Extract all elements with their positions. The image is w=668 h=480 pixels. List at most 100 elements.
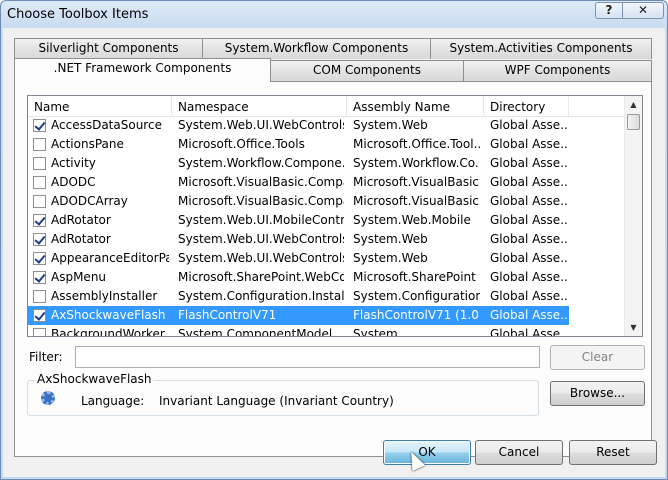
row-checkbox[interactable] bbox=[33, 119, 46, 132]
scroll-up-arrow-icon[interactable]: ▲ bbox=[625, 96, 642, 113]
close-button[interactable]: ✕ bbox=[622, 2, 664, 19]
cell-name: AdRotator bbox=[51, 232, 111, 246]
row-checkbox[interactable] bbox=[33, 252, 46, 265]
cell-directory: Global Asse... bbox=[490, 327, 568, 337]
tab-wpf-components[interactable]: WPF Components bbox=[463, 60, 652, 81]
cell-namespace: System.Workflow.Compone... bbox=[178, 156, 344, 170]
cell-assembly-name: System.Workflow.Co... bbox=[353, 156, 480, 170]
cell-assembly-name: Microsoft.SharePoint ... bbox=[353, 270, 480, 284]
cell-assembly-name: System.Web bbox=[353, 118, 428, 132]
row-checkbox[interactable] bbox=[33, 328, 46, 336]
cell-namespace: System.ComponentModel bbox=[178, 327, 333, 337]
cell-assembly-name: System.Configuration... bbox=[353, 289, 480, 303]
cell-namespace: System.Configuration.Install bbox=[178, 289, 344, 303]
cell-directory: Global Asse... bbox=[490, 175, 568, 189]
cell-directory: Global Asse... bbox=[490, 213, 568, 227]
cell-name: AccessDataSource bbox=[51, 118, 162, 132]
cell-name: AppearanceEditorPart bbox=[51, 251, 169, 265]
column-header-name[interactable]: Name bbox=[28, 96, 172, 116]
tab-net-framework-components[interactable]: .NET Framework Components bbox=[14, 58, 271, 82]
table-row[interactable]: AccessDataSource System.Web.UI.WebControl… bbox=[28, 116, 569, 135]
row-checkbox[interactable] bbox=[33, 176, 46, 189]
cell-name: ADODCArray bbox=[51, 194, 128, 208]
help-button[interactable]: ? bbox=[595, 2, 623, 19]
reset-button[interactable]: Reset bbox=[569, 440, 657, 465]
cell-assembly-name: System.Web.Mobile bbox=[353, 213, 471, 227]
column-header-row: Name Namespace Assembly Name Directory bbox=[28, 96, 627, 117]
cell-assembly-name: Microsoft.Office.Tool... bbox=[353, 137, 480, 151]
cell-namespace: FlashControlV71 bbox=[178, 308, 277, 322]
cell-namespace: System.Web.UI.WebControls.... bbox=[178, 251, 344, 265]
row-checkbox[interactable] bbox=[33, 271, 46, 284]
cell-assembly-name: Microsoft.VisualBasic.... bbox=[353, 194, 480, 208]
component-gear-icon bbox=[41, 391, 55, 405]
cell-directory: Global Asse... bbox=[490, 118, 568, 132]
cell-directory: Global Asse... bbox=[490, 308, 568, 322]
cell-namespace: Microsoft.VisualBasic.Compa... bbox=[178, 194, 344, 208]
tab-system-activities-components[interactable]: System.Activities Components bbox=[430, 38, 652, 59]
cell-name: ActionsPane bbox=[51, 137, 124, 151]
cell-name: AxShockwaveFlash bbox=[51, 308, 166, 322]
column-header-namespace[interactable]: Namespace bbox=[172, 96, 347, 116]
row-checkbox[interactable] bbox=[33, 195, 46, 208]
window-title: Choose Toolbox Items bbox=[7, 7, 149, 22]
components-list[interactable]: Name Namespace Assembly Name Directory A… bbox=[27, 95, 643, 337]
cell-directory: Global Asse... bbox=[490, 270, 568, 284]
row-checkbox[interactable] bbox=[33, 309, 46, 322]
cell-namespace: System.Web.UI.MobileContr... bbox=[178, 213, 344, 227]
cell-directory: Global Asse... bbox=[490, 289, 568, 303]
table-row[interactable]: BackgroundWorker System.ComponentModel Sys… bbox=[28, 325, 569, 337]
cell-namespace: System.Web.UI.WebControls bbox=[178, 118, 344, 132]
tab-system-workflow-components[interactable]: System.Workflow Components bbox=[202, 38, 431, 59]
cell-assembly-name: FlashControlV71 (1.0.... bbox=[353, 308, 480, 322]
table-row[interactable]: ActionsPane Microsoft.Office.Tools Microso… bbox=[28, 135, 569, 154]
language-label: Language: bbox=[81, 394, 145, 408]
cell-assembly-name: System.Web bbox=[353, 251, 428, 265]
list-vertical-scrollbar[interactable]: ▲ ▼ bbox=[624, 96, 642, 336]
tab-silverlight-components[interactable]: Silverlight Components bbox=[14, 38, 203, 59]
ok-button[interactable]: OK bbox=[383, 440, 471, 465]
column-header-directory[interactable]: Directory bbox=[484, 96, 569, 116]
cell-name: AspMenu bbox=[51, 270, 107, 284]
table-row[interactable]: AdRotator System.Web.UI.MobileContr... Sys… bbox=[28, 211, 569, 230]
table-row[interactable]: AssemblyInstaller System.Configuration.In… bbox=[28, 287, 569, 306]
cell-name: ADODC bbox=[51, 175, 96, 189]
table-row[interactable]: AdRotator System.Web.UI.WebControls System… bbox=[28, 230, 569, 249]
cell-assembly-name: Microsoft.VisualBasic.... bbox=[353, 175, 480, 189]
cell-assembly-name: System bbox=[353, 327, 398, 337]
row-checkbox[interactable] bbox=[33, 138, 46, 151]
row-checkbox[interactable] bbox=[33, 214, 46, 227]
cell-directory: Global Asse... bbox=[490, 194, 568, 208]
table-row[interactable]: AspMenu Microsoft.SharePoint.WebCo... Micr… bbox=[28, 268, 569, 287]
scroll-down-arrow-icon[interactable]: ▼ bbox=[625, 319, 642, 336]
cell-namespace: Microsoft.SharePoint.WebCo... bbox=[178, 270, 344, 284]
filter-label: Filter: bbox=[29, 350, 63, 364]
row-checkbox[interactable] bbox=[33, 290, 46, 303]
row-checkbox[interactable] bbox=[33, 233, 46, 246]
cell-namespace: Microsoft.Office.Tools bbox=[178, 137, 305, 151]
choose-toolbox-items-dialog: Choose Toolbox Items ? ✕ Silverlight Com… bbox=[0, 0, 668, 480]
cell-directory: Global Asse... bbox=[490, 156, 568, 170]
clear-button[interactable]: Clear bbox=[550, 345, 645, 370]
row-checkbox[interactable] bbox=[33, 157, 46, 170]
filter-input[interactable] bbox=[75, 346, 540, 368]
table-row[interactable]: AppearanceEditorPart System.Web.UI.WebCon… bbox=[28, 249, 569, 268]
table-row[interactable]: ADODC Microsoft.VisualBasic.Compa... Micro… bbox=[28, 173, 569, 192]
dialog-client-area: Silverlight Components System.Workflow C… bbox=[3, 28, 665, 477]
tab-panel: Name Namespace Assembly Name Directory A… bbox=[14, 81, 652, 457]
scroll-thumb[interactable] bbox=[627, 114, 640, 130]
column-header-assembly-name[interactable]: Assembly Name bbox=[347, 96, 484, 116]
browse-button[interactable]: Browse... bbox=[550, 381, 645, 406]
cell-directory: Global Asse... bbox=[490, 251, 568, 265]
cell-name: AdRotator bbox=[51, 213, 111, 227]
cell-namespace: System.Web.UI.WebControls bbox=[178, 232, 344, 246]
cell-namespace: Microsoft.VisualBasic.Compa... bbox=[178, 175, 344, 189]
cancel-button[interactable]: Cancel bbox=[475, 440, 563, 465]
tab-com-components[interactable]: COM Components bbox=[270, 60, 464, 81]
cell-directory: Global Asse... bbox=[490, 232, 568, 246]
cell-name: Activity bbox=[51, 156, 96, 170]
table-row[interactable]: AxShockwaveFlash FlashControlV71 FlashCont… bbox=[28, 306, 569, 325]
table-row[interactable]: Activity System.Workflow.Compone... System… bbox=[28, 154, 569, 173]
table-row[interactable]: ADODCArray Microsoft.VisualBasic.Compa...… bbox=[28, 192, 569, 211]
cell-directory: Global Asse... bbox=[490, 137, 568, 151]
